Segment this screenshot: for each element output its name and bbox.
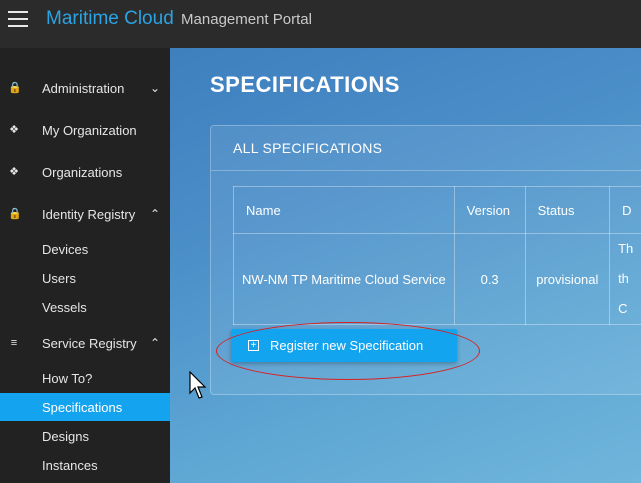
cell-version: 0.3 bbox=[453, 233, 526, 325]
group-icon: ❖ bbox=[9, 124, 19, 136]
sidebar-item-instances[interactable]: Instances bbox=[0, 451, 170, 479]
panel-title: ALL SPECIFICATIONS bbox=[233, 140, 383, 156]
sidebar-item-label: Organizations bbox=[42, 164, 123, 180]
chevron-down-icon: ⌄ bbox=[149, 81, 160, 95]
table-row[interactable]: NW-NM TP Maritime Cloud Service 0.3 prov… bbox=[233, 233, 641, 325]
mouse-cursor-icon bbox=[189, 371, 207, 399]
brand-name: Maritime Cloud bbox=[46, 8, 174, 29]
sidebar-item-service-registry[interactable]: ≡ Service Registry ⌃ bbox=[0, 329, 170, 357]
sidebar-item-users[interactable]: Users bbox=[0, 264, 170, 292]
description-line: th bbox=[618, 271, 629, 286]
sidebar-item-how-to[interactable]: How To? bbox=[0, 364, 170, 392]
cell-description: Th th C bbox=[609, 233, 641, 325]
layers-icon: ≡ bbox=[10, 337, 18, 349]
sidebar-item-organizations[interactable]: ❖ Organizations bbox=[0, 158, 170, 186]
column-header-description[interactable]: D bbox=[609, 186, 641, 234]
sidebar: 🔒 Administration ⌄ ❖ My Organization ❖ O… bbox=[0, 48, 170, 483]
chevron-up-icon: ⌃ bbox=[149, 207, 160, 221]
sidebar-item-designs[interactable]: Designs bbox=[0, 422, 170, 450]
cell-name[interactable]: NW-NM TP Maritime Cloud Service bbox=[233, 233, 455, 325]
sidebar-item-label: Service Registry bbox=[42, 335, 137, 351]
sidebar-item-label: Identity Registry bbox=[42, 206, 136, 222]
sidebar-item-label: Devices bbox=[42, 241, 89, 257]
sidebar-item-vessels[interactable]: Vessels bbox=[0, 293, 170, 321]
column-header-version[interactable]: Version bbox=[453, 186, 526, 234]
sidebar-item-label: Designs bbox=[42, 428, 89, 444]
chevron-up-icon: ⌃ bbox=[149, 336, 160, 350]
cell-status: provisional bbox=[524, 233, 611, 325]
specifications-table: Name Version Status D NW-NM TP Maritime … bbox=[233, 186, 641, 325]
sidebar-item-label: Users bbox=[42, 270, 76, 286]
menu-icon[interactable] bbox=[8, 11, 28, 27]
column-header-name[interactable]: Name bbox=[233, 186, 455, 234]
sidebar-item-label: My Organization bbox=[42, 122, 137, 138]
sidebar-item-label: How To? bbox=[42, 370, 93, 386]
sidebar-item-my-organization[interactable]: ❖ My Organization bbox=[0, 116, 170, 144]
sidebar-item-label: Administration bbox=[42, 80, 125, 96]
sidebar-item-administration[interactable]: 🔒 Administration ⌄ bbox=[0, 74, 170, 102]
sidebar-item-identity-registry[interactable]: 🔒 Identity Registry ⌃ bbox=[0, 200, 170, 228]
app-brand[interactable]: Maritime Cloud Management Portal bbox=[46, 8, 312, 30]
column-header-status[interactable]: Status bbox=[524, 186, 611, 234]
panel-header: ALL SPECIFICATIONS bbox=[211, 126, 641, 171]
table-header-row: Name Version Status D bbox=[233, 186, 641, 234]
sidebar-item-specifications[interactable]: Specifications bbox=[0, 393, 170, 421]
sidebar-item-devices[interactable]: Devices bbox=[0, 235, 170, 263]
lock-icon: 🔒 bbox=[8, 82, 22, 94]
description-line: Th bbox=[618, 241, 634, 256]
page-title: SPECIFICATIONS bbox=[210, 72, 400, 97]
brand-subtitle: Management Portal bbox=[181, 11, 312, 28]
top-bar: Maritime Cloud Management Portal bbox=[0, 0, 641, 48]
red-annotation-ellipse bbox=[216, 322, 480, 380]
sidebar-item-label: Specifications bbox=[42, 399, 123, 415]
main-content: SPECIFICATIONS ALL SPECIFICATIONS Name V… bbox=[170, 48, 641, 483]
sidebar-item-label: Vessels bbox=[42, 299, 87, 315]
description-line: C bbox=[618, 301, 628, 316]
sidebar-item-label: Instances bbox=[42, 457, 98, 473]
group-icon: ❖ bbox=[9, 166, 19, 178]
lock-icon: 🔒 bbox=[8, 208, 22, 220]
